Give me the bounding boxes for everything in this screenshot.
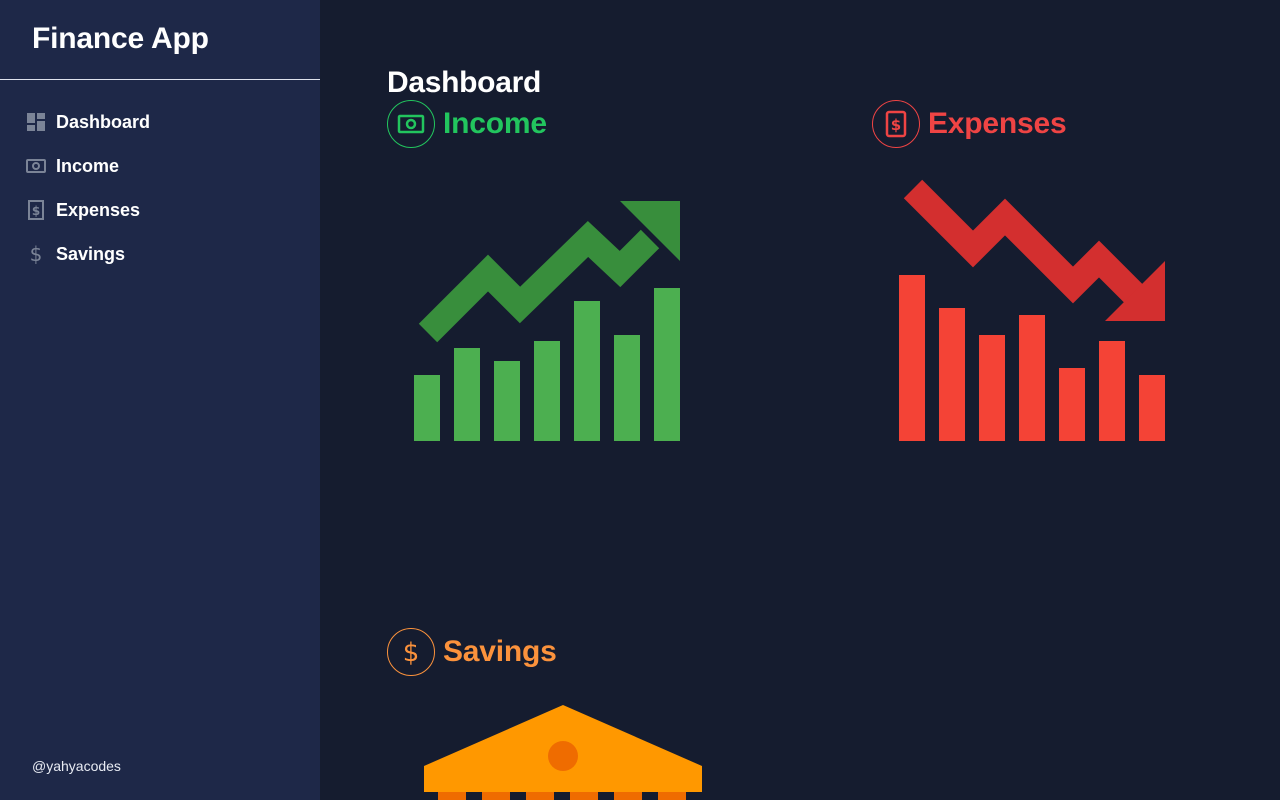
expense-bar [899,275,925,441]
income-bar [414,375,440,441]
money-bill-icon [387,100,435,148]
money-bill-icon [26,156,46,176]
dashboard-icon [26,112,46,132]
expense-bar [979,335,1005,441]
dollar-icon: $ [26,244,46,264]
app: Finance App Dashboard Income $ Expenses … [0,0,1280,800]
bank-building-illustration [424,705,702,800]
income-card-header[interactable]: Income [387,100,547,148]
income-growth-illustration [414,201,680,441]
expense-bar [939,308,965,441]
expenses-card-title: Expenses [928,107,1067,140]
svg-text:$: $ [891,116,901,134]
page-title: Dashboard [387,66,541,99]
bank-column [570,792,598,800]
sidebar-item-label: Savings [56,243,126,264]
income-bar [454,348,480,441]
sidebar-nav: Dashboard Income $ Expenses $ Savings [0,80,320,276]
savings-card-title: Savings [443,635,557,668]
sidebar: Finance App Dashboard Income $ Expenses … [0,0,320,800]
bank-column [438,792,466,800]
sidebar-item-label: Dashboard [56,111,151,132]
bank-column [482,792,510,800]
sidebar-item-expenses[interactable]: $ Expenses [0,188,320,232]
svg-text:$: $ [32,204,40,218]
bank-column [658,792,686,800]
bank-column [614,792,642,800]
svg-text:$: $ [30,244,43,264]
income-bar [534,341,560,441]
income-card-title: Income [443,107,547,140]
app-brand: Finance App [0,0,320,80]
sidebar-item-income[interactable]: Income [0,144,320,188]
income-bar [654,288,680,441]
expense-trend-arrow [903,179,1145,305]
sidebar-item-savings[interactable]: $ Savings [0,232,320,276]
expense-bar [1099,341,1125,441]
sidebar-item-dashboard[interactable]: Dashboard [0,100,320,144]
expense-bar [1139,375,1165,441]
sidebar-item-label: Expenses [56,199,141,220]
receipt-dollar-icon: $ [26,200,46,220]
bank-column [526,792,554,800]
expense-bar [1019,315,1045,441]
income-bar [614,335,640,441]
main-content: Dashboard Income $ Expenses $ Savings [320,0,1280,800]
expenses-decline-illustration [899,179,1165,441]
dollar-icon: $ [387,628,435,676]
svg-text:$: $ [403,638,420,667]
income-bar [494,361,520,441]
income-trend-arrow [418,221,660,343]
credit-text: @yahyacodes [32,758,121,774]
receipt-dollar-icon: $ [872,100,920,148]
income-bar [574,301,600,441]
expense-bar [1059,368,1085,441]
expenses-card-header[interactable]: $ Expenses [872,100,1067,148]
bank-emblem [548,741,578,771]
savings-card-header[interactable]: $ Savings [387,628,557,676]
sidebar-item-label: Income [56,155,120,176]
